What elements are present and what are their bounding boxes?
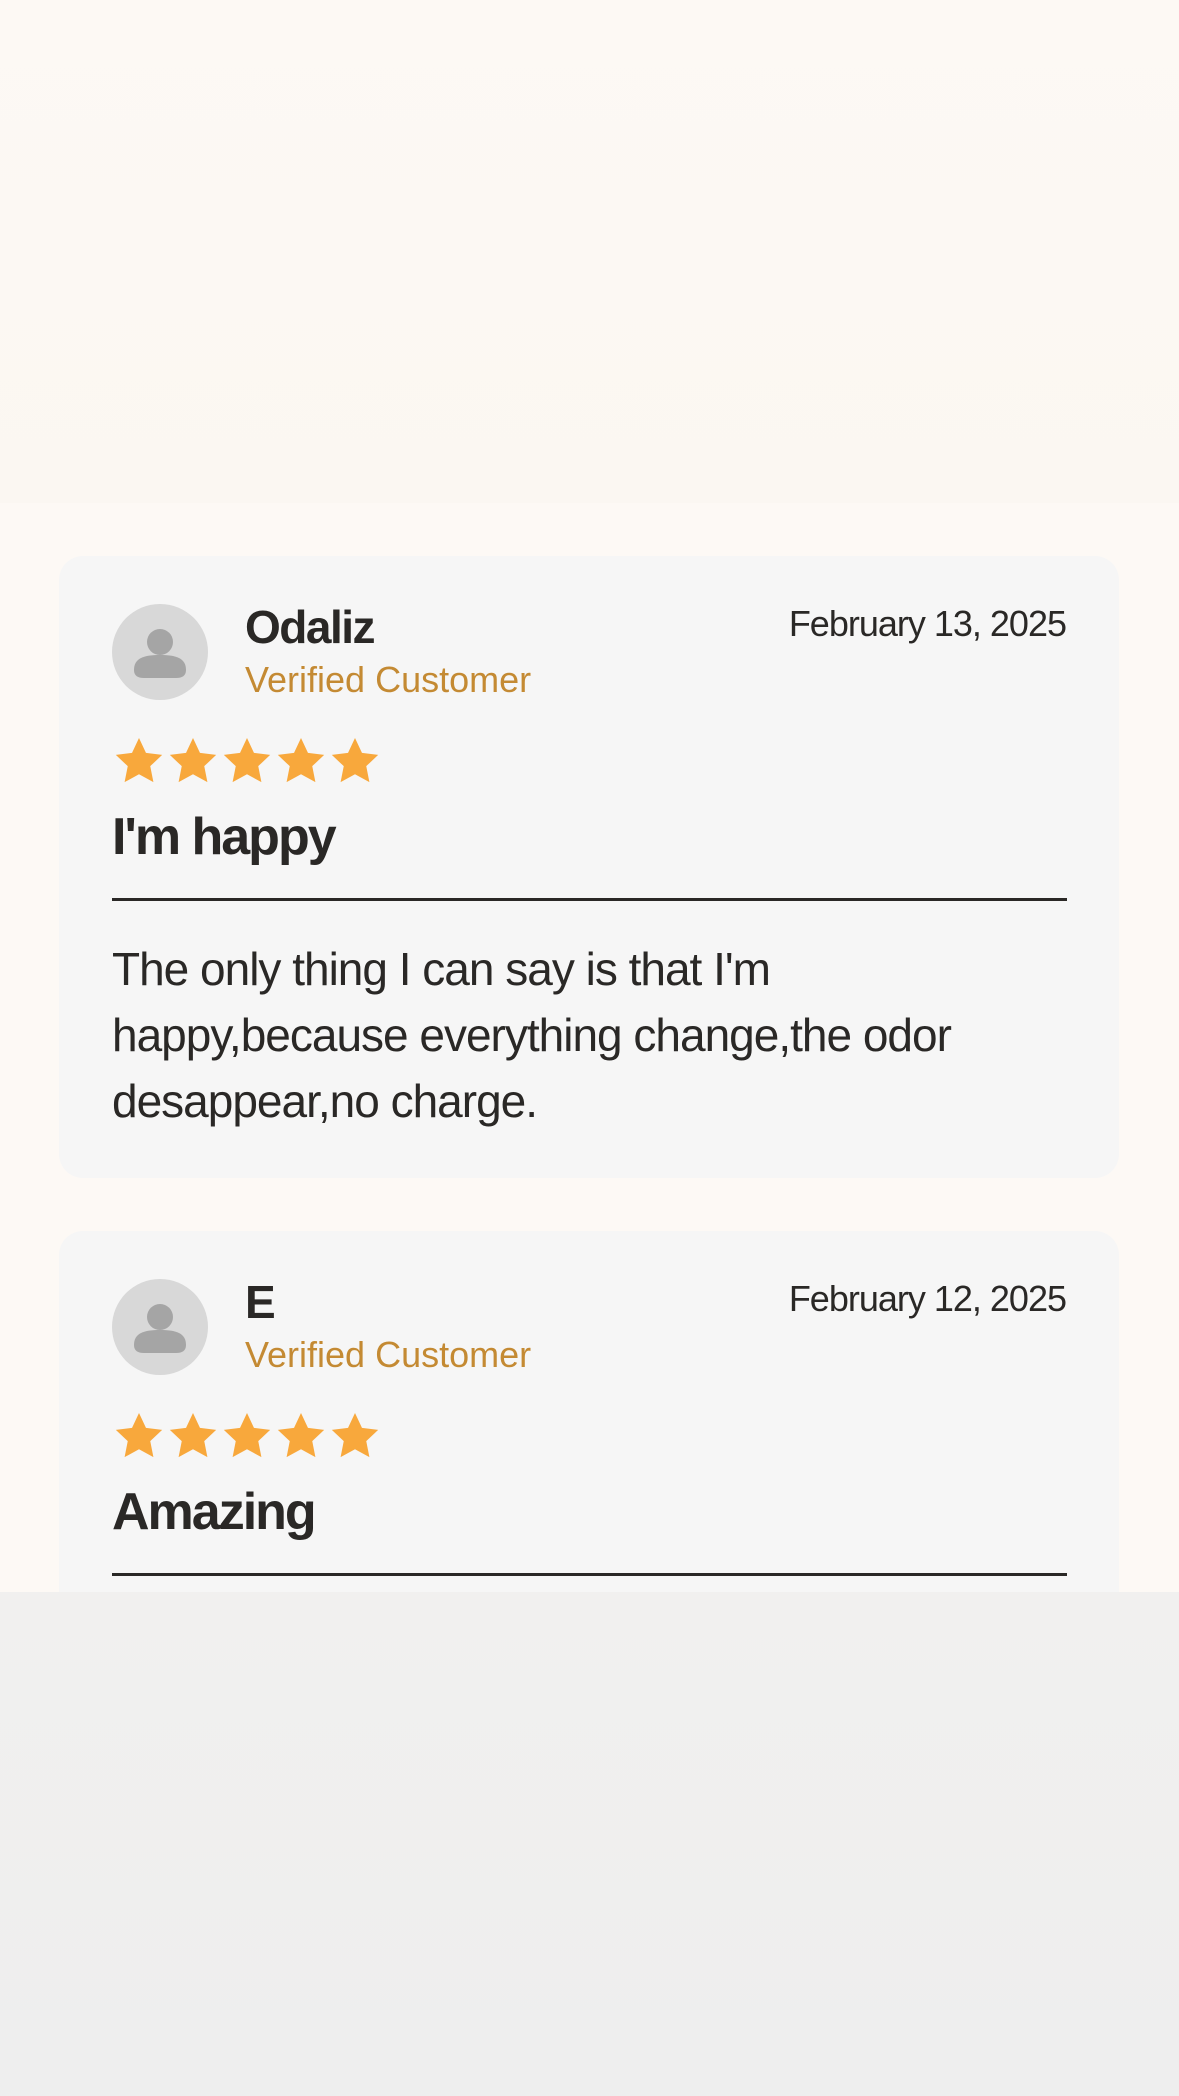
star-icon [169,1413,217,1458]
star-icon [115,1413,163,1458]
bottom-background [0,1592,1179,2096]
star-icon [115,738,163,783]
review-date: February 13, 2025 [788,603,1067,644]
reviewer-name: Odaliz [245,601,376,653]
review-title: Amazing [112,1483,317,1541]
verified-badge: Verified Customer [245,659,532,700]
user-avatar-icon [112,604,208,700]
review-card: E Verified Customer February 12, 2025 Am… [59,1231,1119,1592]
divider [112,1573,1067,1576]
review-card: Odaliz Verified Customer February 13, 20… [59,556,1119,1178]
user-avatar-icon [112,1279,208,1375]
divider [112,898,1067,901]
star-icon [223,1413,271,1458]
review-title: I'm happy [112,808,337,866]
star-icon [331,1413,379,1458]
star-icon [331,738,379,783]
star-icon [223,738,271,783]
verified-badge: Verified Customer [245,1334,532,1375]
star-icon [277,1413,325,1458]
star-icon [169,738,217,783]
review-date: February 12, 2025 [788,1278,1067,1319]
reviews-list: Odaliz Verified Customer February 13, 20… [0,503,1179,1592]
star-icon [277,738,325,783]
reviewer-name: E [245,1276,276,1328]
star-rating [112,734,382,788]
star-rating [112,1409,382,1463]
review-body: The only thing I can say is that I'm hap… [112,943,952,1127]
top-background [0,0,1179,503]
